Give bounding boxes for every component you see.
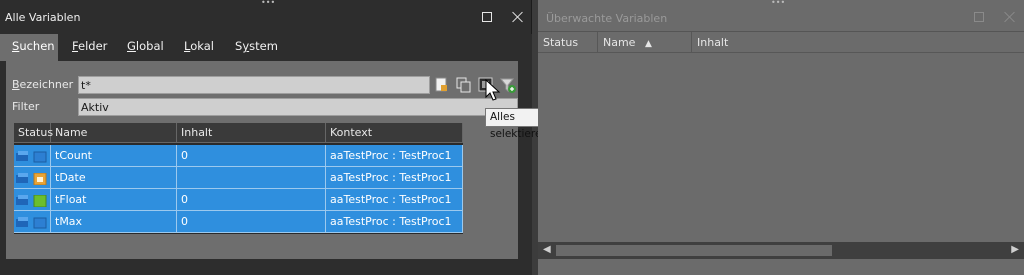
bezeichner-input[interactable]: t* (78, 76, 430, 94)
all-variables-panel: ••• Alle Variablen Suchen Felder Global … (0, 0, 571, 275)
sort-ascending-icon: ▲ (644, 39, 652, 49)
filter-label: Filter (12, 100, 40, 113)
watched-variables-panel: ••• Überwachte Variablen Status Name ▲ I… (538, 0, 1024, 275)
variable-icon (16, 193, 30, 205)
panel-title: Alle Variablen (5, 11, 81, 24)
variable-icon (16, 215, 30, 227)
inhalt-cell[interactable]: 0 (177, 145, 326, 166)
name-cell: tDate (51, 167, 177, 188)
horizontal-scrollbar[interactable]: ◀ ▶ (538, 242, 1024, 259)
copy-icon[interactable] (455, 76, 473, 94)
variable-icon (16, 171, 30, 183)
table-row[interactable]: tDate aaTestProc : TestProc1 (14, 167, 463, 189)
scrollbar-thumb[interactable] (556, 245, 832, 256)
kontext-cell: aaTestProc : TestProc1 (326, 145, 463, 166)
name-cell: tMax (51, 211, 177, 232)
tab-global[interactable]: Global (115, 34, 176, 61)
kontext-cell: aaTestProc : TestProc1 (326, 211, 463, 232)
tab-system[interactable]: System (223, 34, 290, 61)
maximize-button[interactable] (479, 9, 495, 25)
float-icon (33, 193, 47, 208)
table-header: Status Name ▲ Inhalt (538, 32, 1024, 53)
inhalt-cell[interactable]: 0 (177, 189, 326, 210)
status-cell (14, 145, 51, 166)
kontext-cell: aaTestProc : TestProc1 (326, 189, 463, 210)
name-cell: tFloat (51, 189, 177, 210)
column-status[interactable]: Status (538, 32, 598, 53)
panel-title: Überwachte Variablen (546, 12, 668, 25)
int-icon (33, 215, 47, 229)
inhalt-cell[interactable]: 0 (177, 211, 326, 232)
maximize-icon (482, 12, 492, 22)
tab-bar: Suchen Felder Global Lokal System (0, 34, 532, 61)
close-button[interactable] (510, 9, 526, 25)
tab-felder[interactable]: Felder (60, 34, 119, 61)
tab-lokal[interactable]: Lokal (172, 34, 226, 61)
column-inhalt[interactable]: Inhalt (692, 32, 1024, 53)
table-row[interactable]: tFloat 0 aaTestProc : TestProc1 (14, 189, 463, 211)
status-cell (14, 167, 51, 188)
tab-suchen[interactable]: Suchen (0, 34, 58, 61)
watch-table[interactable]: Status Name ▲ Inhalt ◀ ▶ (538, 31, 1024, 259)
column-kontext[interactable]: Kontext (326, 123, 463, 143)
search-file-icon[interactable] (433, 76, 451, 94)
scroll-left-icon[interactable]: ◀ (543, 244, 551, 255)
variable-icon (16, 149, 30, 161)
status-cell (14, 211, 51, 232)
int-icon (33, 149, 47, 163)
ide-workspace: ••• Alle Variablen Suchen Felder Global … (0, 0, 1024, 275)
maximize-icon (974, 12, 984, 22)
bezeichner-label: Bezeichner (12, 78, 74, 91)
variables-table[interactable]: Status Name Inhalt Kontext tCount 0 aaTe… (14, 123, 463, 234)
table-row[interactable]: tMax 0 aaTestProc : TestProc1 (14, 211, 463, 233)
close-button[interactable] (1002, 9, 1018, 25)
scroll-right-icon[interactable]: ▶ (1011, 244, 1019, 255)
column-name[interactable]: Name ▲ (598, 32, 692, 53)
kontext-cell: aaTestProc : TestProc1 (326, 167, 463, 188)
column-status[interactable]: Status (14, 123, 53, 143)
status-cell (14, 189, 51, 210)
panel-titlebar[interactable]: Überwachte Variablen (538, 4, 1024, 30)
inhalt-cell[interactable] (177, 167, 326, 188)
panel-titlebar[interactable]: Alle Variablen (0, 4, 531, 30)
date-icon (33, 171, 47, 186)
table-row[interactable]: tCount 0 aaTestProc : TestProc1 (14, 145, 463, 167)
filter-select[interactable]: Aktiv (78, 98, 518, 116)
name-cell: tCount (51, 145, 177, 166)
mouse-pointer-icon (485, 78, 503, 103)
maximize-button[interactable] (971, 9, 987, 25)
table-header: Status Name Inhalt Kontext (14, 123, 463, 143)
column-inhalt[interactable]: Inhalt (177, 123, 326, 143)
column-name[interactable]: Name (51, 123, 177, 143)
